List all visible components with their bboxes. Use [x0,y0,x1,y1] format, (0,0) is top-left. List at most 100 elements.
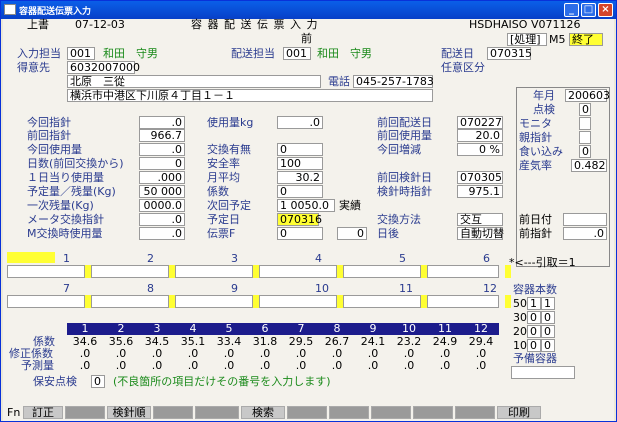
slot-flag[interactable] [505,265,511,278]
coef-cell[interactable]: 35.1 [175,336,211,347]
container-count-b[interactable]: 0 [541,311,555,324]
slot-field[interactable] [427,295,499,308]
col2-field[interactable]: 30.2 [277,171,323,184]
corr-cell[interactable]: .0 [247,348,283,359]
function-key-7[interactable] [287,406,327,419]
col3-field[interactable]: 交互 [457,213,503,226]
coef-cell[interactable]: 24.9 [427,336,463,347]
corr-cell[interactable]: .0 [463,348,499,359]
col2-field[interactable]: .0 [277,116,323,129]
slot-field[interactable] [175,295,253,308]
pred-cell[interactable]: .0 [319,360,355,371]
slot-field[interactable] [7,265,85,278]
col3-field[interactable]: 070305 [457,171,503,184]
function-key-9[interactable] [371,406,411,419]
function-key-11[interactable] [455,406,495,419]
corr-cell[interactable]: .0 [391,348,427,359]
corr-cell[interactable]: .0 [139,348,175,359]
col1-field[interactable]: 50 000 [139,185,185,198]
monitor-field[interactable] [579,117,591,130]
pred-cell[interactable]: .0 [283,360,319,371]
col3-field[interactable]: 975.1 [457,185,503,198]
container-count-b[interactable]: 1 [541,297,555,310]
function-key-5[interactable] [195,406,239,419]
pred-cell[interactable]: .0 [355,360,391,371]
col1-field[interactable]: 966.7 [139,129,185,142]
spare-container-field[interactable] [511,366,575,379]
slot-flag[interactable] [505,295,511,308]
inspect-field[interactable]: 0 [579,103,591,116]
address-field[interactable]: 横浜市中港区下川原４丁目１－１ [67,89,433,102]
delivery-staff-code[interactable]: 001 [283,47,311,60]
coef-cell[interactable]: 35.6 [103,336,139,347]
container-count-a[interactable]: 1 [527,297,541,310]
corr-cell[interactable]: .0 [175,348,211,359]
corr-cell[interactable]: .0 [211,348,247,359]
slot-field[interactable] [343,265,421,278]
col4-field[interactable]: .0 [563,227,607,240]
function-key-1[interactable]: 訂正 [23,406,63,419]
ym-field[interactable]: 200603 [565,89,610,102]
col1-field[interactable]: .0 [139,227,185,240]
end-button[interactable]: 終了 [569,33,603,46]
function-key-3[interactable]: 検針順 [107,406,151,419]
slot-field[interactable] [427,265,499,278]
customer-code[interactable]: 6032007000 [67,61,140,74]
col3-field[interactable]: 070227 [457,116,503,129]
function-key-4[interactable] [153,406,193,419]
meter-field[interactable] [579,131,591,144]
corr-cell[interactable]: .0 [355,348,391,359]
pred-cell[interactable]: .0 [67,360,103,371]
corr-cell[interactable]: .0 [427,348,463,359]
pred-cell[interactable]: .0 [463,360,499,371]
pred-cell[interactable]: .0 [175,360,211,371]
pred-cell[interactable]: .0 [139,360,175,371]
coef-cell[interactable]: 34.6 [67,336,103,347]
col1-field[interactable]: 0 [139,157,185,170]
slot-field[interactable] [91,295,169,308]
pred-cell[interactable]: .0 [427,360,463,371]
coef-cell[interactable]: 29.5 [283,336,319,347]
coef-cell[interactable]: 33.4 [211,336,247,347]
corr-cell[interactable]: .0 [103,348,139,359]
slip-f2-field[interactable]: 0 [337,227,367,240]
col2-field[interactable]: 1 0050.0 [277,199,335,212]
corr-cell[interactable]: .0 [319,348,355,359]
col1-field[interactable]: .000 [139,171,185,184]
col4-field[interactable] [563,213,607,226]
delivery-date-field[interactable]: 070315 [487,47,532,60]
col3-field[interactable]: 20.0 [457,129,503,142]
container-count-b[interactable]: 0 [541,339,555,352]
col3-field[interactable]: 0 % [457,143,503,156]
container-count-b[interactable]: 0 [541,325,555,338]
function-key-10[interactable] [413,406,453,419]
vapor-field[interactable]: 0.482 [571,159,607,172]
col1-field[interactable]: .0 [139,116,185,129]
function-key-8[interactable] [329,406,369,419]
coef-cell[interactable]: 29.4 [463,336,499,347]
container-count-a[interactable]: 0 [527,325,541,338]
pred-cell[interactable]: .0 [103,360,139,371]
minimize-button[interactable]: _ [564,3,579,17]
slot-field[interactable] [259,295,337,308]
col2-field[interactable]: 0 [277,143,323,156]
corr-cell[interactable]: .0 [283,348,319,359]
function-key-6[interactable]: 検索 [241,406,285,419]
function-key-12[interactable]: 印刷 [497,406,541,419]
slot-field[interactable] [91,265,169,278]
coef-cell[interactable]: 34.5 [139,336,175,347]
col2-field[interactable]: 0 [277,227,323,240]
col1-field[interactable]: .0 [139,213,185,226]
customer-name[interactable]: 北原 三從 [67,75,321,88]
close-button[interactable]: × [598,3,613,17]
container-count-a[interactable]: 0 [527,339,541,352]
col3-field[interactable]: 自動切替 [457,227,504,240]
col1-field[interactable]: 0000.0 [139,199,185,212]
col2-field[interactable]: 070316 [277,213,322,226]
function-key-2[interactable] [65,406,105,419]
coef-cell[interactable]: 31.8 [247,336,283,347]
slot-field[interactable] [343,295,421,308]
pred-cell[interactable]: .0 [211,360,247,371]
maximize-button[interactable]: □ [581,3,596,17]
coef-cell[interactable]: 24.1 [355,336,391,347]
